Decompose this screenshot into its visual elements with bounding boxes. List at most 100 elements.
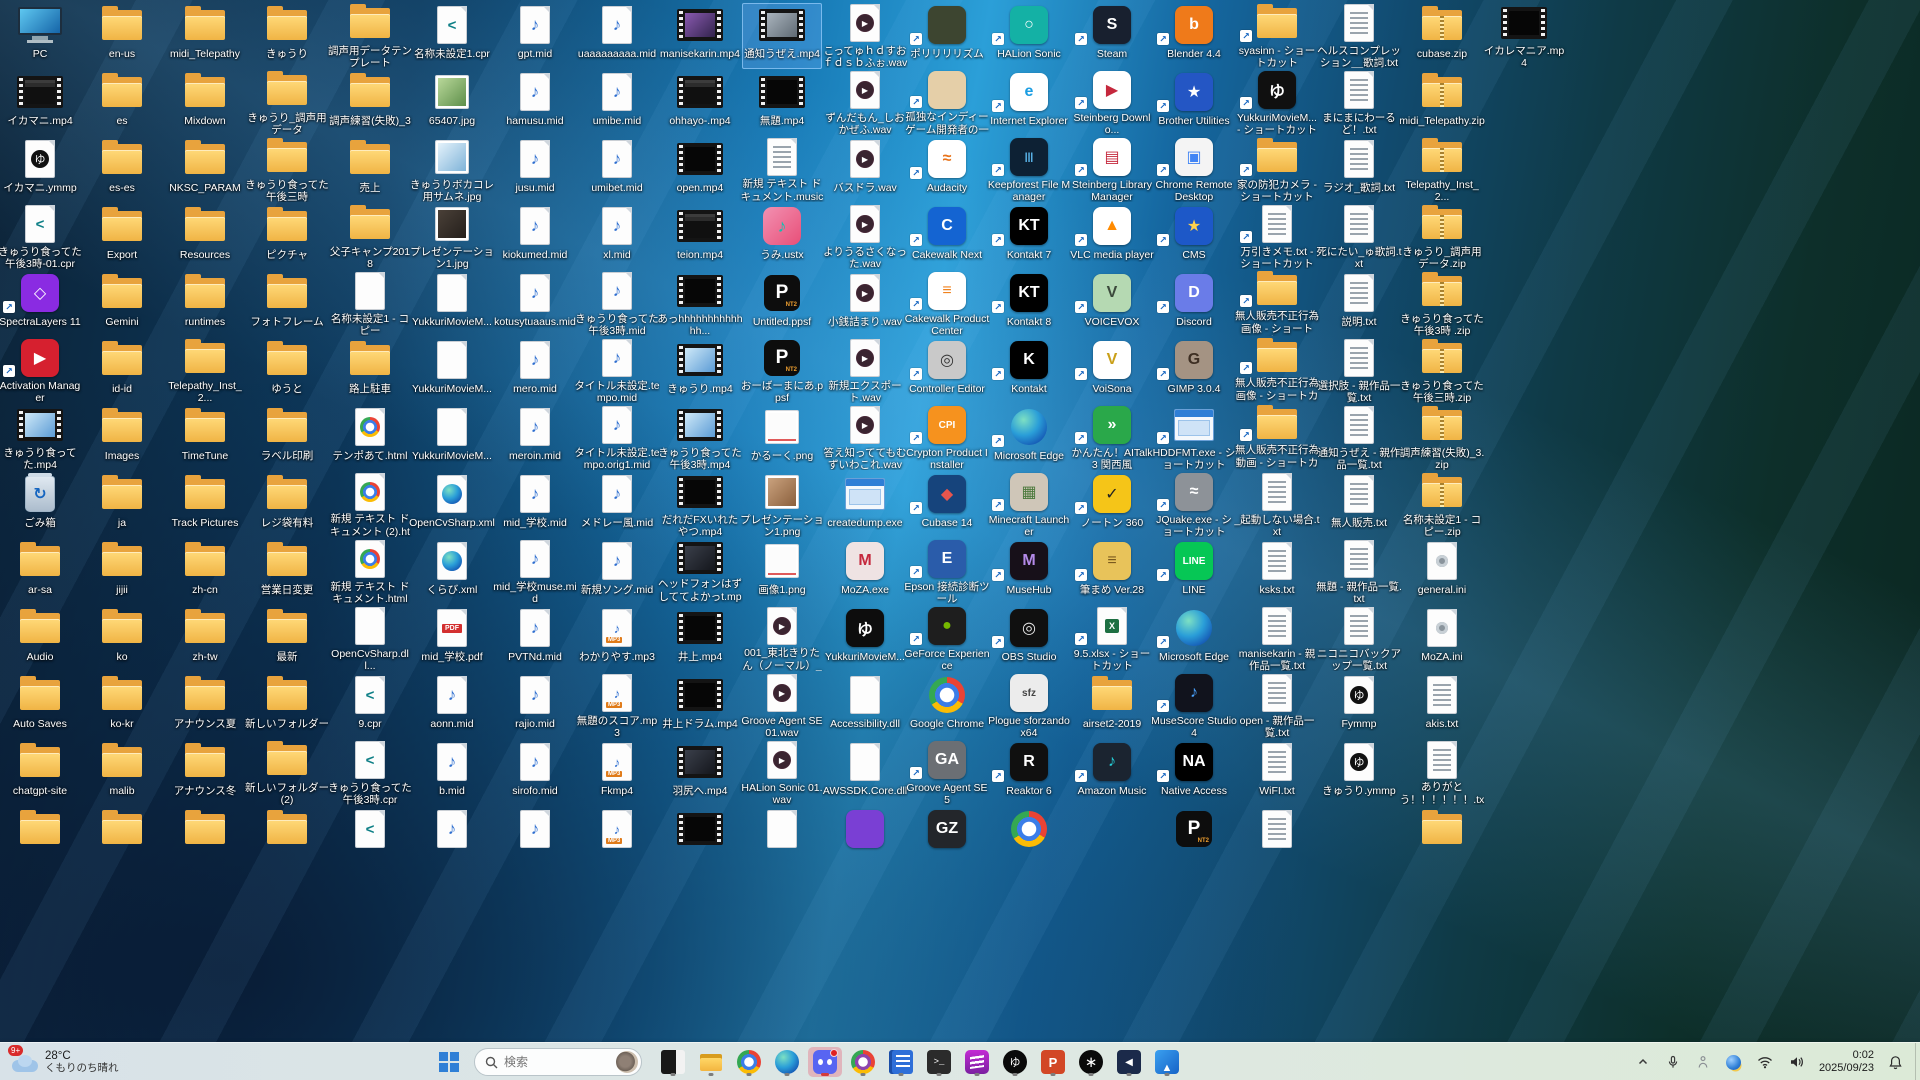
desktop-icon-きゅうり_調声用データ.zip[interactable]: きゅうり_調声用データ.zip — [1402, 204, 1482, 270]
search-input[interactable] — [504, 1055, 610, 1069]
desktop-icon-zh-tw[interactable]: zh-tw — [165, 606, 245, 672]
desktop-icon-LINE[interactable]: LINE ↗ LINE — [1154, 539, 1234, 605]
taskbar-app-discord[interactable] — [808, 1047, 842, 1077]
desktop-icon-OBS Studio[interactable]: ◎ ↗ OBS Studio — [989, 606, 1069, 672]
desktop-icon-001_東北きりたん（ノーマル）_今じゃ...[interactable]: ▶001_東北きりたん（ノーマル）_今じゃ... — [742, 606, 822, 672]
desktop-icon-VOICEVOX[interactable]: V ↗ VOICEVOX — [1072, 271, 1152, 337]
clock[interactable]: 0:02 2025/09/23 — [1813, 1049, 1880, 1075]
desktop-icon-よりうるさくなった.wav[interactable]: ▶ よりうるさくなった.wav — [823, 204, 907, 270]
desktop-icon-YukkuriMovieM...[interactable]: ゆ YukkuriMovieM... — [825, 606, 905, 672]
desktop-icon[interactable] — [165, 807, 245, 873]
desktop-icon-umibe.mid[interactable]: ♪ umibe.mid — [577, 70, 657, 136]
desktop-icon-Epson 接続診断ツール[interactable]: E ↗ Epson 接続診断ツール — [904, 539, 990, 605]
desktop-icon-井上.mp4[interactable]: 井上.mp4 — [660, 606, 740, 672]
desktop-icon-きゅうり_調声用データ[interactable]: きゅうり_調声用データ — [247, 70, 327, 136]
desktop-icon-Images[interactable]: Images — [82, 405, 162, 471]
desktop-icon-選択肢 - 親作品一覧.txt[interactable]: 選択肢 - 親作品一覧.txt — [1318, 338, 1400, 404]
taskbar-app-powerpoint[interactable]: P — [1036, 1047, 1070, 1077]
desktop-icon-羽尻へ.mp4[interactable]: 羽尻へ.mp4 — [660, 740, 740, 806]
desktop-icon-cubase.zip[interactable]: cubase.zip — [1402, 3, 1482, 69]
desktop-icon-死にたい_ゅ歌詞.txt[interactable]: 死にたい_ゅ歌詞.txt — [1316, 204, 1402, 270]
hidden-icons-chevron[interactable] — [1628, 1047, 1658, 1077]
desktop-icon-midi_Telepathy.zip[interactable]: midi_Telepathy.zip — [1399, 70, 1485, 136]
desktop-icon-Blender 4.4[interactable]: b ↗ Blender 4.4 — [1154, 3, 1234, 69]
desktop-icon-きゅうり食ってた午後3時.cpr[interactable]: < きゅうり食ってた午後3時.cpr — [328, 740, 412, 806]
desktop-icon[interactable] — [660, 807, 740, 873]
desktop-icon-ラベル印刷[interactable]: ラベル印刷 — [247, 405, 327, 471]
desktop-icon-わかりやす.mp3[interactable]: ♪ MP3 わかりやす.mp3 — [577, 606, 657, 672]
taskbar-app-yukkuri-movie-maker[interactable]: ゆ — [998, 1047, 1032, 1077]
desktop-icon-Chrome Remote Desktop[interactable]: ▣ ↗ Chrome Remote Desktop — [1154, 137, 1234, 203]
start-button[interactable] — [432, 1047, 466, 1077]
desktop-icon-ヘルスコンプレッション__歌詞.txt[interactable]: ヘルスコンプレッション__歌詞.txt — [1317, 3, 1401, 69]
desktop-icon-xl.mid[interactable]: ♪ xl.mid — [577, 204, 657, 270]
desktop-icon-名称未設定1 - コピー.zip[interactable]: 名称未設定1 - コピー.zip — [1402, 472, 1482, 538]
desktop-icon-だれだFXいれたやつ.mp4[interactable]: だれだFXいれたやつ.mp4 — [660, 472, 740, 538]
desktop-icon-runtimes[interactable]: runtimes — [165, 271, 245, 337]
desktop-icon-Track Pictures[interactable]: Track Pictures — [165, 472, 245, 538]
desktop-icon-井上ドラム.mp4[interactable]: 井上ドラム.mp4 — [660, 673, 740, 739]
desktop-icon-無題.mp4[interactable]: 無題.mp4 — [742, 70, 822, 136]
desktop-icon-en-us[interactable]: en-us — [82, 3, 162, 69]
desktop-icon-ありがとう！！！！！！.txt[interactable]: ありがとう！！！！！！.txt — [1400, 740, 1484, 806]
taskbar-app-chrome-profile[interactable] — [846, 1047, 880, 1077]
desktop-icon-es-es[interactable]: es-es — [82, 137, 162, 203]
desktop-icon-Steinberg Downlo...[interactable]: ▶ ↗ Steinberg Downlo... — [1072, 70, 1152, 136]
desktop-icon[interactable]: ♪ — [495, 807, 575, 873]
desktop-icon-general.ini[interactable]: general.ini — [1402, 539, 1482, 605]
desktop-icon-ko[interactable]: ko — [82, 606, 162, 672]
desktop-icon-きゅうり食ってた午後3時.mid[interactable]: ♪ きゅうり食ってた午後3時.mid — [575, 271, 659, 337]
desktop-icon-ohhayo-.mp4[interactable]: ohhayo-.mp4 — [660, 70, 740, 136]
desktop-icon-mero.mid[interactable]: ♪ mero.mid — [495, 338, 575, 404]
desktop-icon-Cakewalk Product Center[interactable]: ≡ ↗ Cakewalk Product Center — [905, 271, 989, 337]
desktop-icon-es[interactable]: es — [82, 70, 162, 136]
copilot-tray-icon[interactable] — [1718, 1047, 1749, 1077]
wifi-tray-icon[interactable] — [1749, 1047, 1781, 1077]
desktop-icon-manisekarin - 親作品一覧.txt[interactable]: manisekarin - 親作品一覧.txt — [1237, 606, 1317, 672]
desktop-icon-Google Chrome[interactable]: Google Chrome — [907, 673, 987, 739]
desktop-icon-uaaaaaaaaa.mid[interactable]: ♪ uaaaaaaaaa.mid — [577, 3, 657, 69]
desktop-icon-mid_学校muse.mid[interactable]: ♪ mid_学校muse.mid — [493, 539, 577, 605]
desktop-icon-GeForce Experience[interactable]: ● ↗ GeForce Experience — [904, 606, 990, 672]
desktop-icon[interactable] — [0, 807, 80, 873]
desktop-icon-Controller Editor[interactable]: ◎ ↗ Controller Editor — [907, 338, 987, 404]
desktop-icon-Native Access[interactable]: NA ↗ Native Access — [1154, 740, 1234, 806]
desktop-icon-ラジオ_歌詞.txt[interactable]: ラジオ_歌詞.txt — [1319, 137, 1399, 203]
desktop-icon-OpenCvSharp.dll...[interactable]: OpenCvSharp.dll... — [330, 606, 410, 672]
desktop-icon-Kontakt[interactable]: K ↗ Kontakt — [989, 338, 1069, 404]
desktop-icon-9.5.xlsx - ショートカット[interactable]: X ↗ 9.5.xlsx - ショートカット — [1072, 606, 1152, 672]
desktop-icon[interactable] — [82, 807, 162, 873]
desktop-icon-答え知っててもむずいわこれ.wav[interactable]: ▶ 答え知っててもむずいわこれ.wav — [824, 405, 906, 471]
desktop-icon-イカマニ.mp4[interactable]: イカマニ.mp4 — [0, 70, 80, 136]
desktop-icon-調声練習(失敗)_3.zip[interactable]: 調声練習(失敗)_3.zip — [1400, 405, 1484, 471]
desktop-icon-Kontakt 7[interactable]: KT ↗ Kontakt 7 — [989, 204, 1069, 270]
desktop-icon-JQuake.exe - ショートカット[interactable]: ≈ ↗ JQuake.exe - ショートカット — [1154, 472, 1234, 538]
desktop-icon-ksks.txt[interactable]: ksks.txt — [1237, 539, 1317, 605]
desktop-icon-_起動しない場合.txt[interactable]: _起動しない場合.txt — [1234, 472, 1320, 538]
desktop-icon-Fkmp4[interactable]: ♪ MP3 Fkmp4 — [577, 740, 657, 806]
desktop-icon-WiFI.txt[interactable]: WiFI.txt — [1237, 740, 1317, 806]
desktop-icon[interactable]: < — [330, 807, 410, 873]
desktop-icon-ニコニコバックアップ一覧.txt[interactable]: ニコニコバックアップ一覧.txt — [1317, 606, 1401, 672]
desktop-icon-malib[interactable]: malib — [82, 740, 162, 806]
desktop-icon-無人販売不正行為画像 - ショートカット[interactable]: ↗ 無人販売不正行為画像 - ショートカット — [1235, 338, 1319, 404]
desktop-icon-フォトフレーム[interactable]: フォトフレーム — [247, 271, 327, 337]
desktop-icon-YukkuriMovieM...[interactable]: YukkuriMovieM... — [412, 338, 492, 404]
taskbar-app-notebook[interactable] — [884, 1047, 918, 1077]
desktop-icon-名称未設定1 - コピー[interactable]: 名称未設定1 - コピー — [330, 271, 410, 337]
desktop-icon-くらび.xml[interactable]: くらび.xml — [412, 539, 492, 605]
desktop-icon-chatgpt-site[interactable]: chatgpt-site — [0, 740, 80, 806]
desktop-icon-9.cpr[interactable]: <9.cpr — [330, 673, 410, 739]
desktop-icon-sirofo.mid[interactable]: ♪ sirofo.mid — [495, 740, 575, 806]
desktop-icon-家の防犯カメラ - ショートカット[interactable]: ↗ 家の防犯カメラ - ショートカット — [1237, 137, 1317, 203]
desktop-icon-きゅうり食ってた午後三時.zip[interactable]: きゅうり食ってた午後三時.zip — [1400, 338, 1484, 404]
desktop-icon-きゅうり.mp4[interactable]: きゅうり.mp4 — [660, 338, 740, 404]
desktop-icon-HALion Sonic[interactable]: ○ ↗ HALion Sonic — [989, 3, 1069, 69]
notification-bell[interactable] — [1880, 1047, 1911, 1077]
desktop-icon-メドレー風.mid[interactable]: ♪ メドレー風.mid — [577, 472, 657, 538]
desktop-icon-Groove Agent SE 01.wav[interactable]: ▶ Groove Agent SE 01.wav — [741, 673, 823, 739]
desktop-icon-Audacity[interactable]: ≈ ↗ Audacity — [907, 137, 987, 203]
desktop-icon-MoZA.exe[interactable]: M MoZA.exe — [825, 539, 905, 605]
desktop-icon-無題のスコア.mp3[interactable]: ♪ MP3 無題のスコア.mp3 — [577, 673, 657, 739]
desktop-icon-Fymmp[interactable]: ゆ Fymmp — [1319, 673, 1399, 739]
